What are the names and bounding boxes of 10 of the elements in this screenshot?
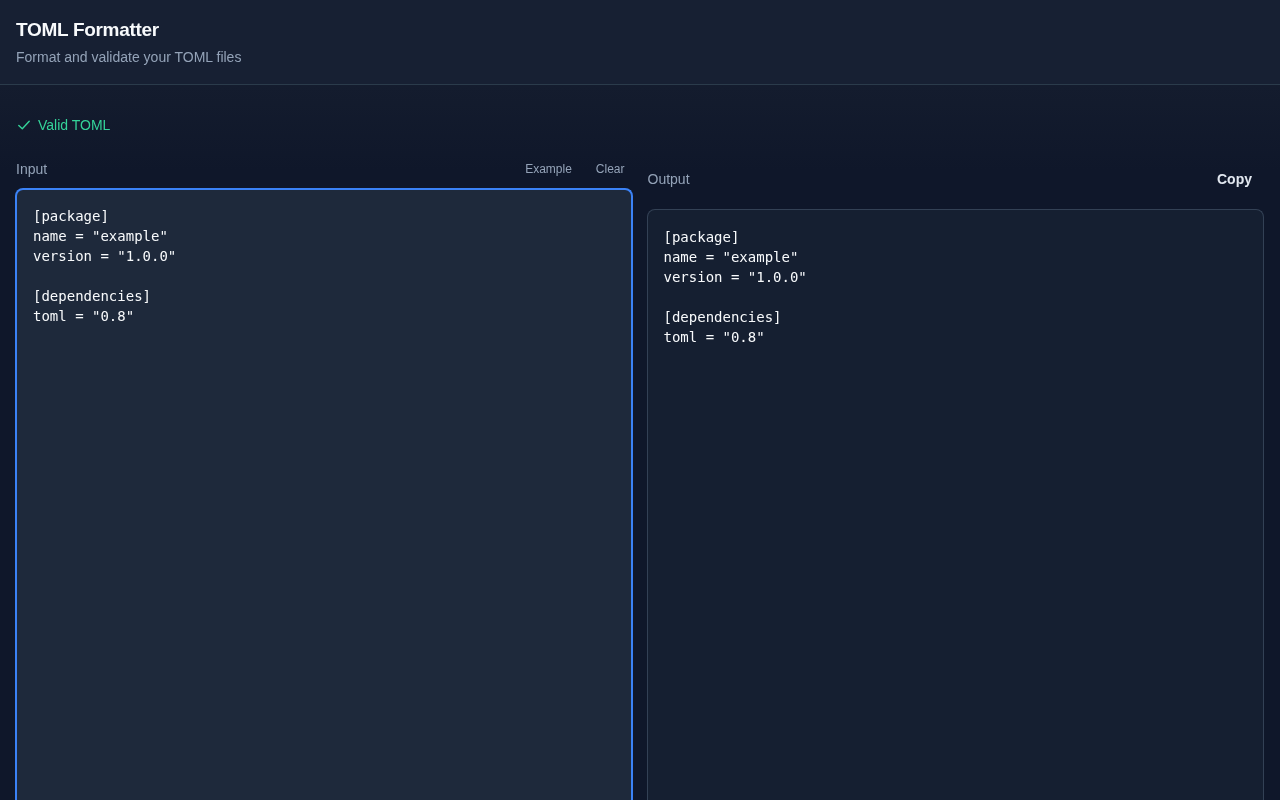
- example-button[interactable]: Example: [517, 158, 580, 180]
- clear-button[interactable]: Clear: [587, 158, 633, 180]
- copy-button[interactable]: Copy: [1205, 163, 1264, 195]
- status-text: Valid TOML: [38, 115, 111, 135]
- output-code: [package] name = "example" version = "1.0.0" [dependencies] toml = "0.8": [646, 209, 1264, 800]
- output-label: Output: [646, 169, 690, 189]
- app-title: TOML Formatter: [16, 18, 160, 42]
- input-field[interactable]: [package] name = "example" version = "1.0.0" [dependencies] toml = "0.8": [15, 188, 633, 800]
- input-label: Input: [15, 159, 48, 179]
- app-subtitle: Format and validate your TOML files: [16, 48, 243, 67]
